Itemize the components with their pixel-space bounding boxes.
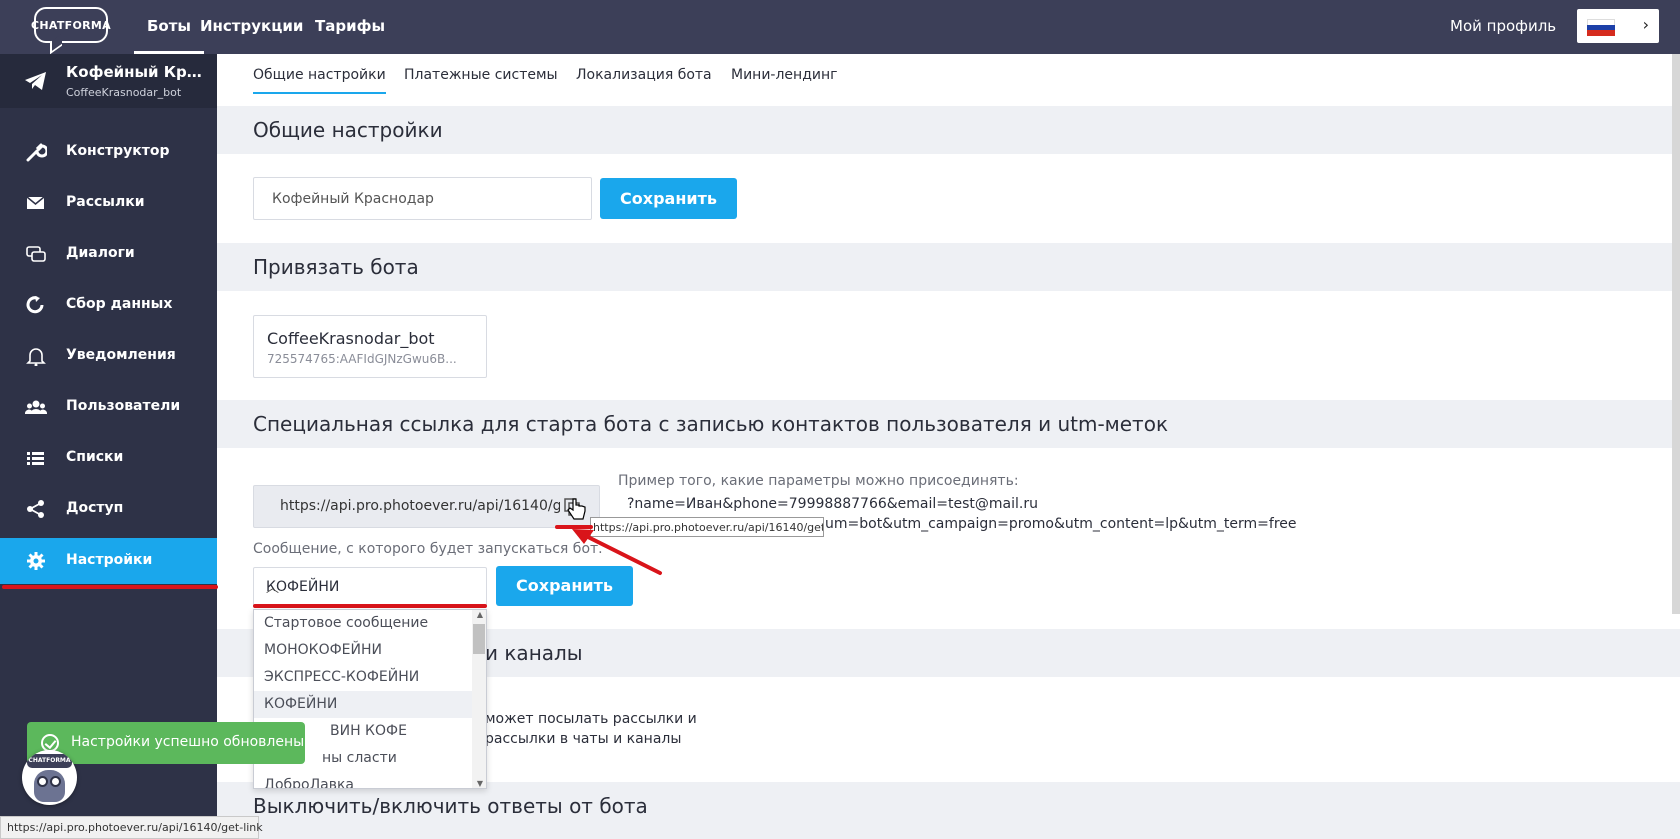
bot-card-title: CoffeeKrasnodar_bot <box>267 329 435 348</box>
mascot-eye <box>37 776 48 787</box>
mascot-eye <box>50 776 61 787</box>
page-scrollbar[interactable] <box>1672 54 1680 614</box>
start-link-field[interactable]: https://api.pro.photoever.ru/api/16140/g… <box>253 485 600 528</box>
section-header: Общие настройки <box>217 106 1680 154</box>
tab-mini-landing[interactable]: Мини-лендинг <box>731 67 837 92</box>
example-label: Пример того, какие параметры можно присо… <box>618 473 1019 489</box>
gear-icon <box>27 552 45 570</box>
start-message-label: Сообщение, с которого будет запускаться … <box>253 541 603 557</box>
chat-widget-mascot[interactable]: CHATFORMA <box>22 750 77 805</box>
save-start-message-button[interactable]: Сохранить <box>496 566 633 606</box>
bell-icon <box>26 348 46 366</box>
tab-payment-systems[interactable]: Платежные системы <box>404 67 558 92</box>
sidebar-item-mailings[interactable]: Рассылки <box>0 180 217 226</box>
annotation-underline <box>555 525 593 529</box>
sidebar-item-label: Пользователи <box>66 398 181 414</box>
section-title: Выключить/включить ответы от бота <box>253 794 648 818</box>
sidebar-item-users[interactable]: Пользователи <box>0 384 217 430</box>
section-title: Специальная ссылка для старта бота с зап… <box>253 412 1169 436</box>
sidebar-item-data-collection[interactable]: Сбор данных <box>0 282 217 328</box>
sidebar-item-constructor[interactable]: Конструктор <box>0 129 217 175</box>
dropdown-option[interactable]: ЭКСПРЕСС-КОФЕЙНИ <box>254 664 472 691</box>
telegram-icon <box>25 72 46 90</box>
sidebar-item-lists[interactable]: Списки <box>0 435 217 481</box>
annotation-underline <box>2 585 218 589</box>
bot-token-card[interactable]: CoffeeKrasnodar_bot 725574765:AAFIdGJNzG… <box>253 315 487 378</box>
profile-link[interactable]: Мой профиль <box>1450 0 1556 54</box>
section-header: Выключить/включить ответы от бота <box>217 782 1680 839</box>
share-icon <box>27 500 44 518</box>
tab-localization[interactable]: Локализация бота <box>576 67 712 92</box>
refresh-icon <box>26 296 44 314</box>
sidebar-item-label: Уведомления <box>66 347 176 363</box>
mascot-logo: CHATFORMA <box>27 754 72 768</box>
save-name-button[interactable]: Сохранить <box>600 178 737 219</box>
chats-text-line2: рассылки в чаты и каналы <box>485 731 682 747</box>
sidebar-item-label: Рассылки <box>66 194 145 210</box>
section-title: Привязать бота <box>253 255 419 279</box>
bot-handle: CoffeeKrasnodar_bot <box>66 86 182 99</box>
sidebar-item-label: Сбор данных <box>66 296 173 312</box>
example-params-line1: ?name=Иван&phone=79998887766&email=test@… <box>627 496 1038 512</box>
bot-header[interactable]: Кофейный Крас... CoffeeKrasnodar_bot <box>0 54 217 108</box>
browser-status-bar: https://api.pro.photoever.ru/api/16140/g… <box>0 816 263 839</box>
chat-icon <box>26 246 46 262</box>
dropdown-option[interactable]: МОНОКОФЕЙНИ <box>254 637 472 664</box>
section-title: и каналы <box>485 641 583 665</box>
sidebar-item-label: Списки <box>66 449 124 465</box>
sidebar-item-label: Конструктор <box>66 143 170 159</box>
bot-name: Кофейный Крас... <box>66 63 208 81</box>
dropdown-option[interactable]: Стартовое сообщение <box>254 610 472 637</box>
users-icon <box>25 400 47 414</box>
bot-name-field[interactable]: Кофейный Краснодар <box>253 177 592 220</box>
scrollbar-thumb[interactable] <box>473 624 485 654</box>
section-header: Специальная ссылка для старта бота с зап… <box>217 400 1680 448</box>
dropdown-scrollbar[interactable]: ▲ ▼ <box>472 610 486 788</box>
language-selector[interactable]: › <box>1577 9 1659 43</box>
list-icon <box>27 452 44 465</box>
settings-tabs: Общие настройки Платежные системы Локали… <box>217 54 1680 106</box>
sidebar-item-label: Настройки <box>66 552 153 568</box>
sidebar-item-label: Доступ <box>66 500 124 516</box>
nav-instructions[interactable]: Инструкции <box>200 0 303 54</box>
nav-pricing[interactable]: Тарифы <box>315 0 385 54</box>
chatforma-logo[interactable]: CHATFORMA <box>31 7 111 43</box>
bot-card-token: 725574765:AAFIdGJNzGwu6B... <box>267 352 457 366</box>
section-title: Общие настройки <box>253 118 443 142</box>
bot-name-value: Кофейный Краснодар <box>272 191 434 207</box>
section-header: Привязать бота <box>217 243 1680 291</box>
example-params-line2: um=bot&utm_campaign=promo&utm_content=lp… <box>825 516 1297 532</box>
envelope-icon <box>26 196 45 209</box>
dropdown-option-selected[interactable]: КОФЕЙНИ <box>254 691 472 718</box>
scroll-up-icon[interactable]: ▲ <box>477 610 483 619</box>
scroll-down-icon[interactable]: ▼ <box>477 779 483 788</box>
start-link-value: https://api.pro.photoever.ru/api/16140/g… <box>280 498 560 514</box>
logo-text: CHATFORMA <box>31 18 111 32</box>
top-navbar: CHATFORMA Боты Инструкции Тарифы Мой про… <box>0 0 1680 54</box>
sidebar-item-notifications[interactable]: Уведомления <box>0 333 217 379</box>
dropdown-option[interactable]: ДоброЛавка <box>254 772 472 788</box>
chats-text-line1: может посылать рассылки и <box>485 711 697 727</box>
tab-general[interactable]: Общие настройки <box>253 67 386 94</box>
chevron-up-icon: ︿ <box>266 581 280 596</box>
sidebar-item-dialogs[interactable]: Диалоги <box>0 231 217 277</box>
russia-flag-icon <box>1587 19 1615 37</box>
toast-message: Настройки успешно обновлены <box>71 734 305 750</box>
nav-bots[interactable]: Боты <box>134 0 204 54</box>
annotation-underline <box>253 604 487 608</box>
wrench-icon <box>26 143 47 162</box>
sidebar-item-settings[interactable]: Настройки <box>0 538 217 584</box>
sidebar-item-label: Диалоги <box>66 245 135 261</box>
chevron-right-icon: › <box>1642 15 1649 34</box>
start-message-select[interactable]: КОФЕЙНИ ︿ <box>253 567 487 606</box>
sidebar-item-access[interactable]: Доступ <box>0 486 217 532</box>
